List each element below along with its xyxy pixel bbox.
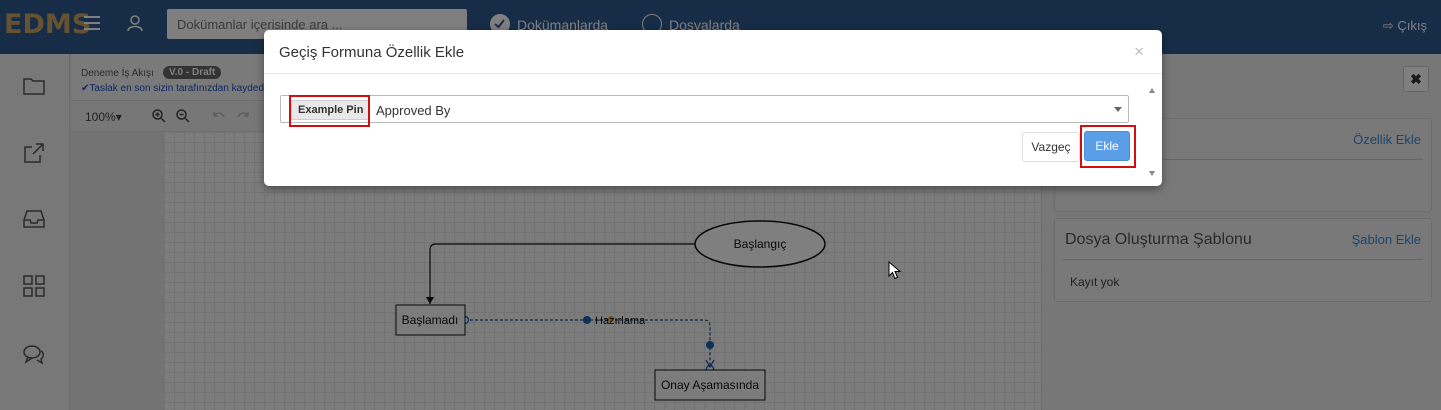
close-icon[interactable]: × [1134, 42, 1144, 62]
property-select[interactable]: Example Pin Approved By [280, 95, 1129, 123]
modal-header: Geçiş Formuna Özellik Ekle × [264, 30, 1162, 74]
scroll-up-icon[interactable] [1149, 88, 1155, 93]
scroll-down-icon[interactable] [1149, 171, 1155, 176]
modal-title: Geçiş Formuna Özellik Ekle [279, 44, 465, 61]
select-value: Approved By [376, 103, 451, 118]
cancel-button[interactable]: Vazgeç [1022, 132, 1080, 162]
mouse-cursor-icon [888, 261, 902, 280]
highlight-box [289, 95, 370, 127]
add-property-modal: Geçiş Formuna Özellik Ekle × Example Pin… [264, 30, 1162, 186]
chevron-down-icon[interactable] [1114, 107, 1122, 112]
modal-scrollbar[interactable] [1145, 88, 1159, 176]
highlight-box [1080, 125, 1136, 168]
